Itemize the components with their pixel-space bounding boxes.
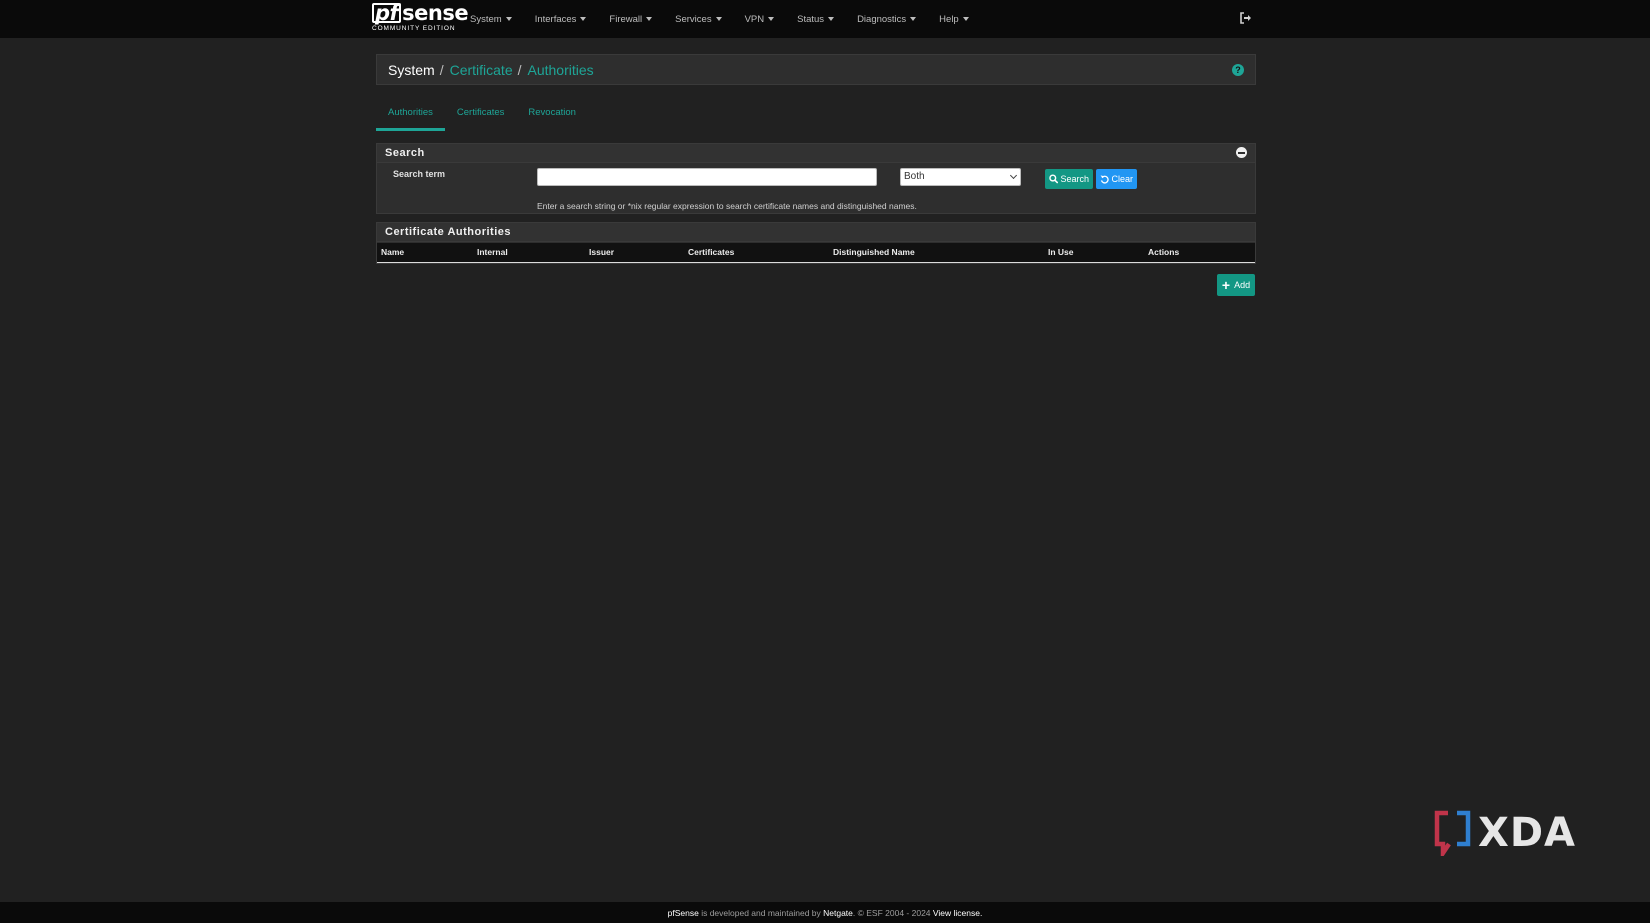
- clear-button[interactable]: Clear: [1096, 169, 1137, 189]
- watermark-text: XDA: [1478, 810, 1576, 856]
- footer-text: is developed and maintained by: [698, 907, 824, 918]
- nav-status[interactable]: Status: [797, 14, 835, 25]
- breadcrumb-certificate[interactable]: Certificate: [450, 62, 513, 78]
- column-header-certificates: Certificates: [688, 247, 735, 257]
- column-header-distinguished-name: Distinguished Name: [833, 247, 915, 257]
- column-header-actions: Actions: [1148, 247, 1180, 257]
- search-panel-heading: Search: [377, 144, 1255, 163]
- column-header-in-use: In Use: [1048, 247, 1074, 257]
- footer-license-link[interactable]: View license.: [933, 908, 982, 918]
- main-menu: System Interfaces Firewall Services VPN …: [470, 0, 992, 38]
- ca-table-panel: Certificate Authorities Name Internal Is…: [376, 222, 1256, 264]
- caret-down-icon: [768, 17, 775, 21]
- nav-vpn[interactable]: VPN: [745, 14, 775, 25]
- nav-services[interactable]: Services: [675, 14, 722, 25]
- footer-copyright: . © ESF 2004 - 2024: [852, 907, 933, 918]
- caret-down-icon: [715, 17, 722, 21]
- chevron-down-icon: [1009, 171, 1018, 180]
- footer: pfSense is developed and maintained by N…: [0, 902, 1650, 923]
- search-help-text: Enter a search string or *nix regular ex…: [537, 201, 917, 211]
- caret-down-icon: [828, 17, 835, 21]
- column-header-name: Name: [381, 247, 405, 257]
- footer-brand: pfSense: [667, 907, 699, 918]
- search-term-label: Search term: [393, 169, 446, 179]
- caret-down-icon: [962, 17, 969, 21]
- column-header-issuer: Issuer: [589, 247, 615, 257]
- tab-revocation[interactable]: Revocation: [516, 100, 588, 131]
- breadcrumb-root: System: [388, 61, 435, 78]
- caret-down-icon: [646, 17, 653, 21]
- caret-down-icon: [580, 17, 587, 21]
- add-ca-button[interactable]: + Add: [1217, 274, 1255, 296]
- xda-watermark: XDA: [1434, 808, 1590, 858]
- breadcrumb-separator: /: [517, 61, 522, 78]
- sign-out-icon[interactable]: [1239, 11, 1253, 25]
- search-scope-select[interactable]: Both: [900, 168, 1021, 186]
- nav-interfaces[interactable]: Interfaces: [535, 14, 587, 25]
- caret-down-icon: [910, 17, 917, 21]
- tab-bar: Authorities Certificates Revocation: [376, 100, 588, 131]
- table-header: Name Internal Issuer Certificates Distin…: [377, 243, 1255, 263]
- search-button[interactable]: Search: [1045, 169, 1093, 189]
- minus-circle-icon[interactable]: [1236, 147, 1247, 158]
- search-panel: Search Search term Both Search Clear Ent…: [376, 143, 1256, 214]
- search-icon: [1049, 174, 1059, 184]
- tab-certificates[interactable]: Certificates: [445, 100, 517, 131]
- nav-system[interactable]: System: [470, 14, 512, 25]
- nav-firewall[interactable]: Firewall: [609, 14, 653, 25]
- breadcrumb-authorities[interactable]: Authorities: [528, 62, 594, 78]
- tab-authorities[interactable]: Authorities: [376, 100, 445, 131]
- plus-icon: +: [1221, 277, 1231, 293]
- ca-panel-heading: Certificate Authorities: [377, 223, 1255, 242]
- nav-help[interactable]: Help: [939, 14, 969, 25]
- caret-down-icon: [505, 17, 512, 21]
- pfsense-logo[interactable]: pf sense COMMUNITY EDITION: [372, 2, 469, 36]
- question-circle-icon[interactable]: ?: [1232, 64, 1244, 76]
- logo-wordmark: pf sense: [372, 2, 469, 24]
- top-navbar: pf sense COMMUNITY EDITION System Interfa…: [0, 0, 1650, 38]
- footer-netgate-link[interactable]: Netgate: [823, 908, 853, 918]
- column-header-internal: Internal: [477, 247, 508, 257]
- undo-icon: [1100, 175, 1109, 184]
- breadcrumb: System / Certificate / Authorities ?: [376, 54, 1256, 85]
- nav-diagnostics[interactable]: Diagnostics: [857, 14, 917, 25]
- breadcrumb-separator: /: [439, 61, 444, 78]
- xda-logo-icon: [1434, 810, 1471, 856]
- logo-subtitle: COMMUNITY EDITION: [372, 25, 456, 32]
- search-input[interactable]: [537, 168, 877, 186]
